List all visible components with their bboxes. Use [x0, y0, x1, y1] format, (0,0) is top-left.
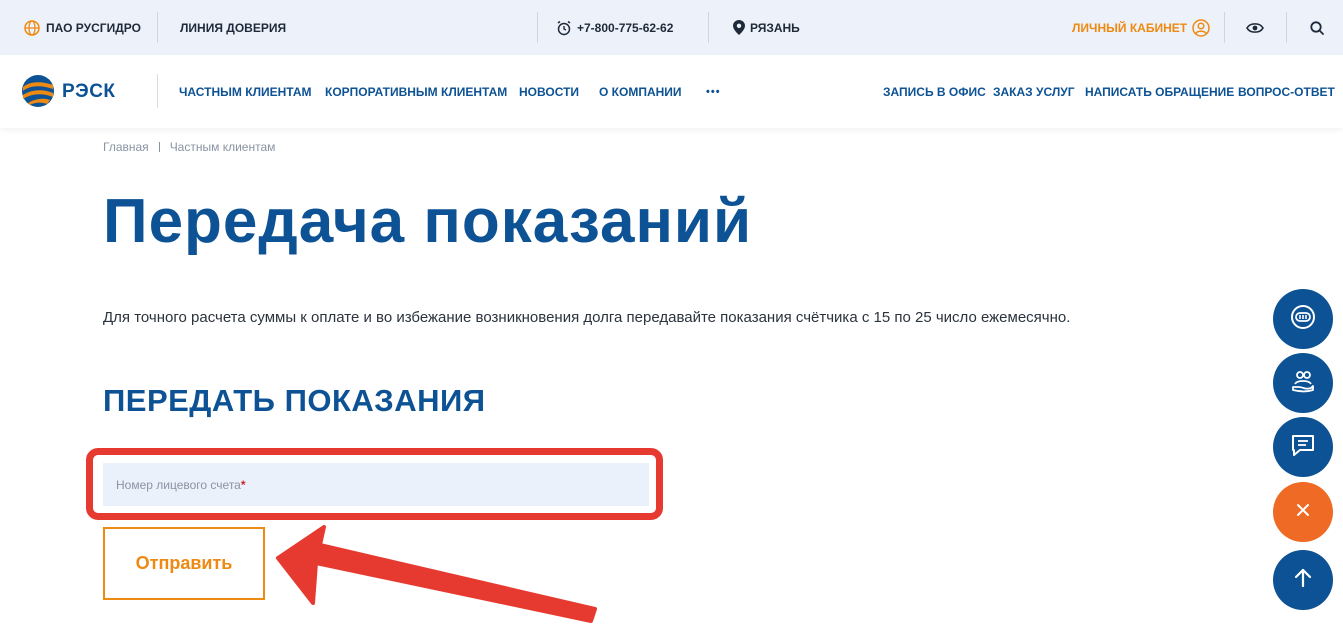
close-icon [1295, 502, 1311, 523]
breadcrumb-private-clients[interactable]: Частным клиентам [170, 140, 276, 154]
location-pin-icon [733, 20, 745, 35]
more-menu-button[interactable]: ••• [706, 55, 721, 128]
breadcrumb-separator [158, 142, 160, 152]
nav-item-faq[interactable]: ВОПРОС-ОТВЕТ [1238, 55, 1335, 128]
message-icon [1290, 432, 1316, 463]
main-navigation: РЭСК ЧАСТНЫМ КЛИЕНТАМ КОРПОРАТИВНЫМ КЛИЕ… [0, 55, 1343, 128]
company-label: ПАО РУСГИДРО [46, 20, 141, 35]
page: ПАО РУСГИДРО ЛИНИЯ ДОВЕРИЯ +7-800-775-62… [0, 0, 1343, 626]
chat-bot-button[interactable] [1273, 289, 1333, 349]
alarm-clock-icon [556, 20, 572, 36]
chat-bot-icon [1289, 303, 1317, 336]
divider [1286, 12, 1287, 43]
nav-item-corporate-clients[interactable]: КОРПОРАТИВНЫМ КЛИЕНТАМ [325, 55, 507, 128]
arrow-up-icon [1292, 567, 1314, 594]
hand-people-icon [1289, 367, 1317, 400]
close-menu-button[interactable] [1273, 482, 1333, 542]
submit-button[interactable]: Отправить [103, 527, 265, 600]
nav-item-about[interactable]: О КОМПАНИИ [599, 55, 682, 128]
nav-item-news[interactable]: НОВОСТИ [519, 55, 579, 128]
company-link[interactable]: ПАО РУСГИДРО [24, 0, 141, 55]
account-number-input[interactable] [103, 463, 649, 506]
eye-icon [1246, 22, 1264, 34]
cabinet-label: ЛИЧНЫЙ КАБИНЕТ [1072, 20, 1188, 35]
phone-number: +7-800-775-62-62 [577, 20, 674, 35]
accessibility-button[interactable] [1246, 0, 1264, 55]
annotation-arrow [276, 525, 597, 623]
section-title: ПЕРЕДАТЬ ПОКАЗАНИЯ [103, 383, 486, 418]
search-button[interactable] [1310, 0, 1324, 55]
breadcrumb: Главная Частным клиентам [103, 140, 275, 154]
intro-text: Для точного расчета суммы к оплате и во … [103, 309, 1071, 326]
nav-item-write-appeal[interactable]: НАПИСАТЬ ОБРАЩЕНИЕ [1085, 55, 1234, 128]
divider [1224, 12, 1225, 43]
divider [157, 74, 158, 108]
city-selector[interactable]: РЯЗАНЬ [733, 0, 800, 55]
logo[interactable]: РЭСК [20, 73, 116, 111]
nav-item-office-appointment[interactable]: ЗАПИСЬ В ОФИС [883, 55, 986, 128]
city-label: РЯЗАНЬ [750, 20, 800, 35]
top-utility-bar: ПАО РУСГИДРО ЛИНИЯ ДОВЕРИЯ +7-800-775-62… [0, 0, 1343, 55]
personal-cabinet-link[interactable]: ЛИЧНЫЙ КАБИНЕТ [1072, 0, 1210, 55]
search-icon [1310, 20, 1324, 35]
services-button[interactable] [1273, 353, 1333, 413]
divider [708, 12, 709, 43]
user-circle-icon [1192, 18, 1210, 37]
scroll-to-top-button[interactable] [1273, 550, 1333, 610]
divider [537, 12, 538, 43]
phone-link[interactable]: +7-800-775-62-62 [556, 0, 673, 55]
logo-text: РЭСК [62, 81, 116, 102]
globe-icon [24, 19, 40, 36]
hotline-label: ЛИНИЯ ДОВЕРИЯ [180, 20, 287, 35]
hotline-link[interactable]: ЛИНИЯ ДОВЕРИЯ [180, 0, 286, 55]
nav-item-order-services[interactable]: ЗАКАЗ УСЛУГ [993, 55, 1075, 128]
nav-item-private-clients[interactable]: ЧАСТНЫМ КЛИЕНТАМ [179, 55, 312, 128]
divider [157, 12, 158, 43]
message-button[interactable] [1273, 417, 1333, 477]
breadcrumb-home[interactable]: Главная [103, 140, 149, 154]
logo-icon [20, 73, 56, 112]
page-title: Передача показаний [103, 187, 753, 256]
